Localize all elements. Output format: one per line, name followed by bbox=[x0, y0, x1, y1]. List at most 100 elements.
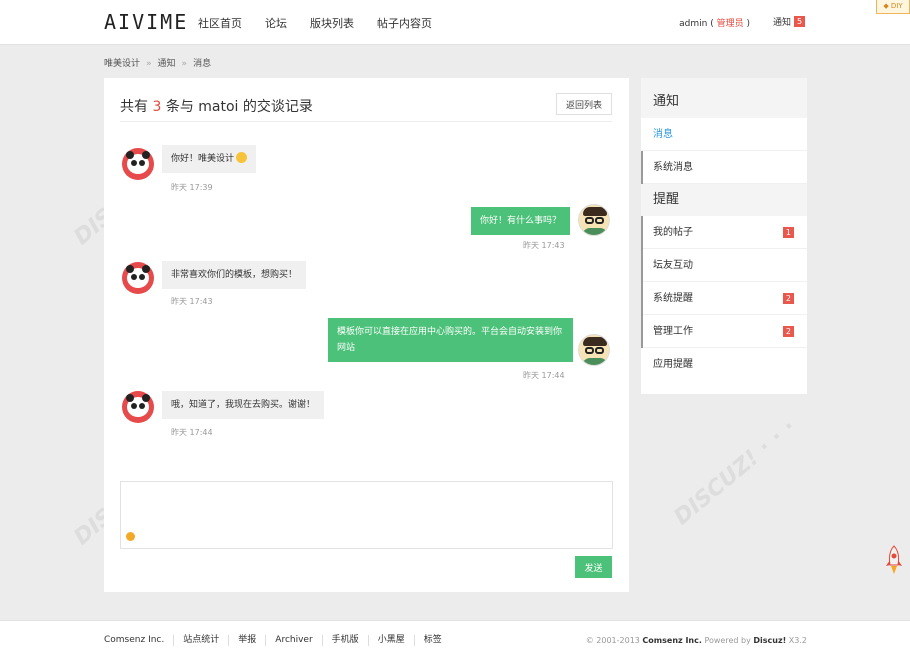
panda-eye bbox=[131, 403, 137, 409]
back-to-list-button[interactable]: 返回列表 bbox=[556, 93, 612, 115]
sidebar-item-label: 系统提醒 bbox=[653, 293, 693, 304]
reply-textarea[interactable] bbox=[120, 481, 613, 549]
message-text: 模板你可以直接在应用中心购买的。平台会自动安装到你网站 bbox=[337, 327, 563, 353]
top-header: AIVIME 社区首页 论坛 版块列表 帖子内容页 admin ( 管理员 ) … bbox=[0, 0, 910, 45]
count-badge: 2 bbox=[782, 326, 794, 337]
main-nav: 社区首页 论坛 版块列表 帖子内容页 bbox=[198, 15, 455, 31]
sidebar-indicator bbox=[641, 151, 643, 184]
sidebar-item-app-remind[interactable]: 应用提醒 bbox=[641, 348, 807, 381]
sidebar-indicator bbox=[641, 216, 643, 249]
sidebar: 通知 消息 系统消息 提醒 我的帖子 1 坛友互动 系统提醒 2 管理工作 2 … bbox=[641, 78, 807, 394]
message-time: 昨天 17:39 bbox=[171, 183, 213, 192]
sidebar-indicator bbox=[641, 282, 643, 315]
sidebar-heading-notice: 通知 bbox=[641, 78, 807, 118]
panda-ear bbox=[126, 265, 134, 273]
sidebar-item-my-posts[interactable]: 我的帖子 1 bbox=[641, 216, 807, 249]
panda-ear bbox=[142, 394, 150, 402]
panda-eye bbox=[131, 160, 137, 166]
breadcrumb-sep: » bbox=[181, 59, 188, 69]
count-badge: 2 bbox=[782, 293, 794, 304]
message-bubble: 非常喜欢你们的模板，想购买！ bbox=[162, 261, 307, 289]
message-time: 昨天 17:44 bbox=[523, 371, 565, 380]
sidebar-item-label: 消息 bbox=[653, 129, 673, 140]
copy-product-link[interactable]: Discuz! bbox=[753, 636, 786, 645]
notify-link[interactable]: 通知 5 bbox=[773, 15, 806, 28]
avatar-shirt bbox=[582, 358, 608, 365]
role-open: ( bbox=[707, 19, 717, 29]
message-text: 哦，知道了，我现在去购买。谢谢！ bbox=[171, 400, 316, 410]
copy-version: X3.2 bbox=[786, 636, 807, 645]
footer-links: Comsenz Inc. 站点统计 举报 Archiver 手机版 小黑屋 标签 bbox=[104, 635, 451, 646]
user-role-link[interactable]: 管理员 bbox=[717, 19, 744, 29]
username-link[interactable]: admin bbox=[679, 19, 707, 29]
panda-eye bbox=[131, 274, 137, 280]
site-logo[interactable]: AIVIME bbox=[104, 10, 188, 34]
breadcrumb: 唯美设计 » 通知 » 消息 bbox=[104, 56, 211, 69]
message-bubble: 你好！有什么事吗？ bbox=[471, 207, 571, 235]
avatar[interactable] bbox=[122, 262, 154, 294]
sidebar-indicator bbox=[641, 315, 643, 348]
smiley-icon bbox=[236, 152, 248, 163]
panda-ear bbox=[142, 265, 150, 273]
sidebar-item-label: 我的帖子 bbox=[653, 227, 693, 238]
avatar[interactable] bbox=[578, 334, 610, 366]
divider bbox=[120, 121, 612, 122]
message-text: 你好！有什么事吗？ bbox=[480, 216, 562, 226]
avatar-hair bbox=[583, 337, 607, 346]
watermark: DISCUZ! ∙ ∙ ∙ bbox=[669, 414, 801, 531]
count-badge: 1 bbox=[782, 227, 794, 238]
breadcrumb-notice[interactable]: 通知 bbox=[158, 59, 176, 69]
panda-eye bbox=[139, 274, 145, 280]
back-to-top-rocket-icon[interactable] bbox=[885, 545, 903, 575]
avatar-glasses bbox=[585, 347, 594, 354]
message-time: 昨天 17:44 bbox=[171, 428, 213, 437]
copy-company-link[interactable]: Comsenz Inc. bbox=[642, 636, 701, 645]
message-bubble: 你好！唯美设计 bbox=[162, 145, 257, 173]
nav-board-list[interactable]: 版块列表 bbox=[310, 15, 354, 31]
avatar[interactable] bbox=[122, 391, 154, 423]
panda-ear bbox=[126, 151, 134, 159]
avatar-glasses bbox=[595, 217, 604, 224]
avatar-glasses bbox=[595, 347, 604, 354]
avatar[interactable] bbox=[578, 204, 610, 236]
footer-link-comsenz[interactable]: Comsenz Inc. bbox=[104, 635, 175, 646]
sidebar-item-system-remind[interactable]: 系统提醒 2 bbox=[641, 282, 807, 315]
footer-link-blackroom[interactable]: 小黑屋 bbox=[369, 635, 415, 646]
sidebar-heading-remind: 提醒 bbox=[641, 184, 807, 216]
footer-link-archiver[interactable]: Archiver bbox=[266, 635, 323, 646]
footer-link-tags[interactable]: 标签 bbox=[415, 635, 451, 646]
conversation-panel: 共有 3 条与 matoi 的交谈记录 返回列表 你好！唯美设计 昨天 17:3… bbox=[104, 78, 629, 592]
smiley-icon[interactable] bbox=[126, 532, 135, 541]
nav-home[interactable]: 社区首页 bbox=[198, 15, 242, 31]
nav-forum[interactable]: 论坛 bbox=[265, 15, 287, 31]
sidebar-item-manage[interactable]: 管理工作 2 bbox=[641, 315, 807, 348]
copyright: © 2001-2013 Comsenz Inc. Powered by Disc… bbox=[586, 636, 807, 645]
footer-link-report[interactable]: 举报 bbox=[229, 635, 267, 646]
sidebar-item-messages[interactable]: 消息 bbox=[641, 118, 807, 151]
title-prefix: 共有 bbox=[120, 99, 153, 115]
panda-eye bbox=[139, 403, 145, 409]
message-time: 昨天 17:43 bbox=[523, 241, 565, 250]
copy-prefix: © 2001-2013 bbox=[585, 636, 643, 645]
footer-link-mobile[interactable]: 手机版 bbox=[323, 635, 369, 646]
breadcrumb-sep: » bbox=[146, 59, 152, 69]
message-text: 你好！唯美设计 bbox=[171, 154, 235, 164]
nav-post-page[interactable]: 帖子内容页 bbox=[377, 15, 432, 31]
notify-count-badge: 5 bbox=[794, 16, 806, 27]
sidebar-item-interaction[interactable]: 坛友互动 bbox=[641, 249, 807, 282]
diy-button[interactable]: ◆ DIY bbox=[876, 0, 910, 14]
message-text: 非常喜欢你们的模板，想购买！ bbox=[171, 270, 298, 280]
avatar[interactable] bbox=[122, 148, 154, 180]
avatar-hair bbox=[583, 207, 607, 216]
sidebar-item-system-messages[interactable]: 系统消息 bbox=[641, 151, 807, 184]
page-title: 共有 3 条与 matoi 的交谈记录 bbox=[120, 96, 313, 116]
sidebar-item-label: 坛友互动 bbox=[653, 260, 693, 271]
panda-ear bbox=[142, 151, 150, 159]
role-close: ) bbox=[743, 19, 750, 29]
send-button[interactable]: 发送 bbox=[575, 556, 612, 578]
avatar-shirt bbox=[582, 228, 608, 235]
breadcrumb-home[interactable]: 唯美设计 bbox=[104, 59, 140, 69]
avatar-glasses bbox=[585, 217, 594, 224]
sidebar-item-label: 系统消息 bbox=[653, 162, 693, 173]
footer-link-stats[interactable]: 站点统计 bbox=[174, 635, 230, 646]
